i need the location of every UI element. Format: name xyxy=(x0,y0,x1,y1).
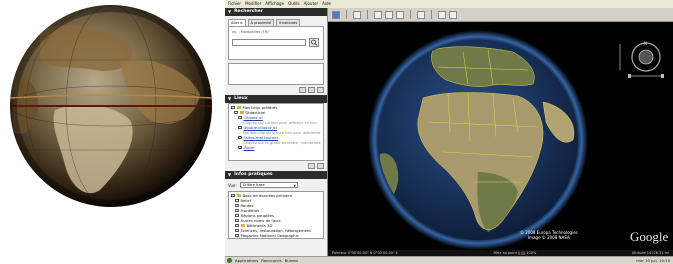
checkbox[interactable] xyxy=(238,115,242,120)
checkbox[interactable] xyxy=(235,233,239,238)
earth-globe[interactable]: N © 2008 Europa Technologies Image © 200… xyxy=(328,22,673,251)
folder-icon xyxy=(236,105,241,110)
sidebar-toggle-icon[interactable] xyxy=(332,10,340,19)
tab-fly-to[interactable]: Aller à xyxy=(228,19,246,26)
checkbox[interactable] xyxy=(235,218,239,223)
zoom-in-icon[interactable] xyxy=(661,74,664,78)
menu-file[interactable]: Fichier xyxy=(228,1,241,7)
layer-item[interactable]: Magazine National Geographic xyxy=(231,233,321,238)
zoom-out-icon[interactable] xyxy=(628,74,631,78)
collapse-triangle-icon: ▼ xyxy=(228,9,232,14)
checkbox[interactable] xyxy=(235,208,239,213)
checkbox[interactable] xyxy=(235,223,239,228)
tab-directions[interactable]: Itinéraires xyxy=(276,19,301,26)
overlay-icon[interactable] xyxy=(396,10,404,19)
places-panel-header[interactable]: ▼ Lieux xyxy=(225,95,327,103)
toolbar-separator xyxy=(410,10,411,19)
menu-edit[interactable]: Modifier xyxy=(245,1,261,7)
north-indicator-icon: N xyxy=(644,41,647,46)
clear-results-button[interactable] xyxy=(317,87,324,93)
taskbar-clock: mar 10 juil, 10:10 xyxy=(636,258,670,263)
layers-tree: Base de données primaire Relief Routes F… xyxy=(228,191,324,239)
checkbox[interactable] xyxy=(231,193,235,198)
app-launcher-icon[interactable] xyxy=(227,258,232,263)
menu-bar: Fichier Modifier Affichage Outils Ajoute… xyxy=(225,0,673,8)
checkbox[interactable] xyxy=(235,228,239,233)
toolbar xyxy=(328,8,673,22)
google-earth-window: Fichier Modifier Affichage Outils Ajoute… xyxy=(225,0,673,264)
play-tour-button[interactable] xyxy=(299,87,306,93)
tree-item-label: Zoom xyxy=(243,145,255,150)
stop-button[interactable] xyxy=(317,163,324,169)
view-select[interactable]: Critère base xyxy=(239,182,298,188)
pan-joystick-icon[interactable] xyxy=(638,49,654,65)
polygon-icon[interactable] xyxy=(374,10,382,19)
checkbox[interactable] xyxy=(235,203,239,208)
print-icon[interactable] xyxy=(449,10,457,19)
checkbox[interactable] xyxy=(235,198,239,203)
places-buttons xyxy=(225,161,327,171)
layer-label: Magazine National Geographic xyxy=(240,233,299,238)
path-icon[interactable] xyxy=(385,10,393,19)
sidebar: ▼ Rechercher Aller à À proximité Itinéra… xyxy=(225,8,328,256)
placemark-icon[interactable] xyxy=(353,10,361,19)
ruler-icon[interactable] xyxy=(417,10,425,19)
checkbox[interactable] xyxy=(238,125,242,130)
layers-panel-header[interactable]: ▼ Infos pratiques xyxy=(225,171,327,179)
play-tour-button[interactable] xyxy=(308,163,315,169)
taskbar-desktop[interactable]: Bureau xyxy=(285,258,299,263)
layers-panel-title: Infos pratiques xyxy=(234,172,273,177)
menu-tools[interactable]: Outils xyxy=(288,1,300,7)
checkbox[interactable] xyxy=(234,110,238,115)
places-panel-title: Lieux xyxy=(234,96,248,101)
stop-button[interactable] xyxy=(308,87,315,93)
collapse-triangle-icon: ▼ xyxy=(228,96,232,101)
search-result-buttons xyxy=(225,85,327,95)
checkbox[interactable] xyxy=(235,213,239,218)
taskbar-shortcuts[interactable]: Raccourcis xyxy=(261,258,281,263)
menu-add[interactable]: Ajouter xyxy=(304,1,319,7)
globe-icon xyxy=(236,193,241,198)
search-area: ex. : Montpellier (FR) xyxy=(228,26,324,60)
search-results[interactable] xyxy=(228,63,324,85)
desktop-taskbar: Applications Raccourcis Bureau mar 10 ju… xyxy=(225,256,673,264)
view-label: Vue: xyxy=(228,182,237,188)
view-selector-row: Vue: Critère base xyxy=(225,179,327,191)
tree-item-description-text: Cliquez sur le globe terrestre, maintene… xyxy=(243,140,321,145)
email-icon[interactable] xyxy=(438,10,446,19)
search-button[interactable] xyxy=(309,38,319,47)
search-panel-header[interactable]: ▼ Rechercher xyxy=(225,8,327,16)
checkbox[interactable] xyxy=(238,135,242,140)
checkbox[interactable] xyxy=(231,105,235,110)
search-panel-title: Rechercher xyxy=(234,9,263,14)
building-icon xyxy=(240,223,245,228)
navigation-controls[interactable]: N xyxy=(619,41,664,78)
folder-icon xyxy=(239,110,244,115)
menu-help[interactable]: Aide xyxy=(322,1,331,7)
antique-globe-illustration xyxy=(9,5,213,207)
menu-view[interactable]: Affichage xyxy=(265,1,284,7)
tab-find-businesses[interactable]: À proximité xyxy=(247,19,275,26)
search-hint: ex. : Montpellier (FR) xyxy=(232,30,269,34)
search-icon xyxy=(311,39,318,46)
view-select-value: Critère base xyxy=(242,183,265,187)
toolbar-separator xyxy=(346,10,347,19)
toolbar-separator xyxy=(367,10,368,19)
search-tabs: Aller à À proximité Itinéraires xyxy=(225,16,327,26)
attribution-line-2: Image © 2008 NASA xyxy=(528,235,570,240)
collapse-triangle-icon: ▼ xyxy=(228,172,232,177)
places-tree: Mes lieux préférés Didacticiel Cliquez i… xyxy=(228,103,324,161)
google-logo: Google xyxy=(630,229,669,244)
tree-item[interactable]: Zoom xyxy=(231,145,321,150)
antique-globe-photo xyxy=(0,0,222,264)
checkbox[interactable] xyxy=(238,145,242,150)
search-input[interactable] xyxy=(232,39,306,46)
earth-3d-view[interactable]: N © 2008 Europa Technologies Image © 200… xyxy=(328,22,673,251)
taskbar-applications[interactable]: Applications xyxy=(235,258,258,263)
toolbar-separator xyxy=(431,10,432,19)
